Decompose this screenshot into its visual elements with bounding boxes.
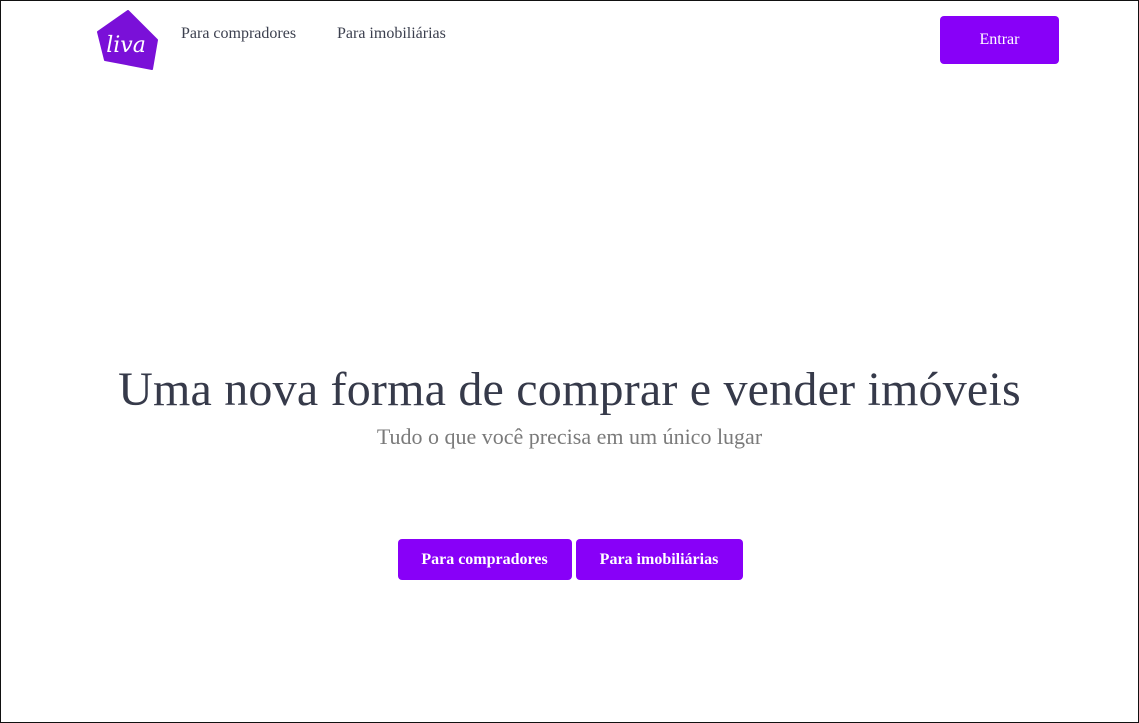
cta-compradores-button[interactable]: Para compradores	[397, 539, 572, 580]
cta-imobiliarias-button[interactable]: Para imobiliárias	[575, 539, 743, 580]
hero-subtitle: Tudo o que você precisa em um único luga…	[376, 424, 763, 449]
nav-link-compradores[interactable]: Para compradores	[181, 23, 296, 45]
logo-wordmark: liva	[106, 33, 146, 58]
page: liva Para compradores Para imobiliárias …	[0, 0, 1139, 723]
house-logo-icon: liva	[97, 10, 158, 70]
nav-link-imobiliarias[interactable]: Para imobiliárias	[337, 23, 446, 45]
liva-logo[interactable]: liva	[95, 10, 159, 70]
hero-section: Uma nova forma de comprar e vender imóve…	[1, 356, 1138, 452]
login-button[interactable]: Entrar	[940, 16, 1059, 64]
site-header: liva Para compradores Para imobiliárias …	[1, 1, 1138, 81]
cta-button-group: Para compradores Para imobiliárias	[1, 539, 1138, 580]
hero-title: Uma nova forma de comprar e vender imóve…	[118, 363, 1021, 416]
